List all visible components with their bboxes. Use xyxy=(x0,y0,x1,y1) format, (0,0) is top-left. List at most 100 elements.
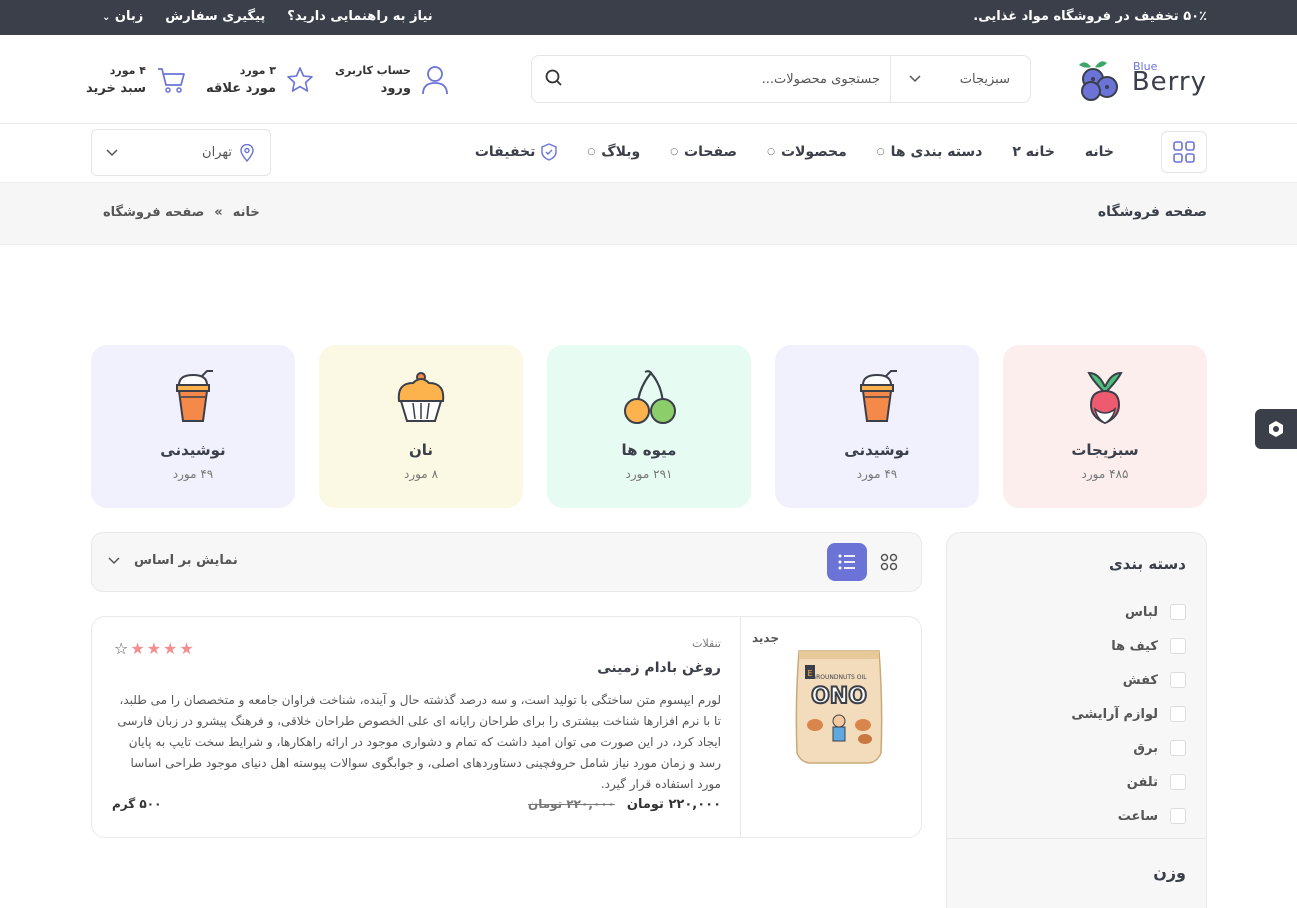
filter-item[interactable]: ساعت xyxy=(1071,799,1186,833)
radish-icon xyxy=(1087,371,1123,425)
top-bar: ۵۰٪ تخفیف در فروشگاه مواد غذایی. نیاز به… xyxy=(0,0,1297,35)
grid-view-icon xyxy=(880,553,898,571)
account-line1: حساب کاربری xyxy=(334,64,411,77)
chevron-down-icon xyxy=(108,556,120,564)
promo-text: ۵۰٪ تخفیف در فروشگاه مواد غذایی. xyxy=(973,9,1207,24)
list-view-button[interactable] xyxy=(827,543,867,581)
language-label: زبان xyxy=(114,9,144,24)
cart-count: ۴ مورد xyxy=(109,64,146,77)
rating-stars: ☆ ★ ★ ★ ★ xyxy=(114,639,194,658)
category-card-drinks[interactable]: نوشیدنی ۴۹ مورد xyxy=(775,345,979,508)
checkbox[interactable] xyxy=(1170,638,1186,654)
nav-item-label: صفحات xyxy=(684,144,738,160)
category-card-vegetables[interactable]: سبزیجات ۴۸۵ مورد xyxy=(1003,345,1207,508)
sort-label: نمایش بر اساس xyxy=(134,553,238,568)
circle-icon: ○ xyxy=(767,147,775,157)
chevron-down-icon xyxy=(106,148,118,156)
wishlist-text: ۳ مورد مورد علاقه xyxy=(206,62,276,98)
category-name: نان xyxy=(408,441,434,459)
product-name[interactable]: روغن بادام زمینی xyxy=(111,660,721,676)
breadcrumb: خانه » صفحه فروشگاه xyxy=(103,205,260,220)
filter-heading-weight: وزن xyxy=(1153,863,1186,882)
nav-item-pages[interactable]: صفحات ○ xyxy=(670,143,737,161)
grid-view-button[interactable] xyxy=(869,543,909,581)
old-price: ۲۲۰,۰۰۰ تومان xyxy=(527,797,615,811)
star-filled-icon: ★ xyxy=(179,639,194,658)
categories-grid-button[interactable] xyxy=(1161,131,1207,173)
user-icon xyxy=(422,66,448,95)
nav-item-home2[interactable]: خانه ۲ xyxy=(1012,143,1055,161)
breadcrumb-home[interactable]: خانه xyxy=(233,205,260,220)
nav-item-label: خانه xyxy=(1084,144,1114,160)
checkbox[interactable] xyxy=(1170,740,1186,756)
filter-item[interactable]: کفش xyxy=(1071,663,1186,697)
products-toolbar: نمایش بر اساس xyxy=(91,532,922,592)
search-icon[interactable] xyxy=(544,68,564,88)
star-filled-icon: ★ xyxy=(146,639,162,658)
logo[interactable]: Blue Berry xyxy=(1077,57,1207,105)
drink-icon xyxy=(860,370,897,422)
account-link[interactable]: حساب کاربری ورود xyxy=(335,62,449,98)
category-filter-list: لباس کیف ها کفش لوازم آرایشی برق تلفن سا… xyxy=(1071,595,1186,833)
filter-item[interactable]: لوازم آرایشی xyxy=(1071,697,1186,731)
category-name: سبزیجات xyxy=(1071,441,1139,459)
header: Blue Berry سبزیجات حساب کاربری ورود ۳ مو… xyxy=(0,35,1297,124)
filter-item[interactable]: لباس xyxy=(1071,595,1186,629)
nav-item-label: تخفیفات xyxy=(474,144,536,160)
filter-label: ساعت xyxy=(1117,808,1158,824)
checkbox[interactable] xyxy=(1170,808,1186,824)
filter-label: کفش xyxy=(1122,672,1158,688)
category-count: ۲۹۱ مورد xyxy=(625,467,673,481)
logo-main-text: Berry xyxy=(1131,67,1207,97)
language-select[interactable]: زبان ⌄ xyxy=(102,9,143,24)
category-card-drinks-2[interactable]: نوشیدنی ۴۹ مورد xyxy=(91,345,295,508)
wishlist-link[interactable]: ۳ مورد مورد علاقه xyxy=(206,62,314,98)
account-line2: ورود xyxy=(380,81,411,96)
cart-link[interactable]: ۴ مورد سبد خرید xyxy=(86,62,186,98)
nav-item-home[interactable]: خانه xyxy=(1085,143,1114,161)
sort-select[interactable]: نمایش بر اساس xyxy=(108,553,238,568)
hexagon-gear-icon xyxy=(1269,421,1283,437)
filter-label: تلفن xyxy=(1126,774,1158,790)
category-name: نوشیدنی xyxy=(844,441,910,459)
checkbox[interactable] xyxy=(1170,774,1186,790)
search-bar: سبزیجات xyxy=(531,55,1031,103)
list-view-icon xyxy=(838,554,855,570)
nav-item-label: محصولات xyxy=(780,144,847,160)
search-input[interactable] xyxy=(580,64,880,94)
checkbox[interactable] xyxy=(1170,604,1186,620)
search-category-select[interactable]: سبزیجات xyxy=(890,56,1030,102)
nav-item-offers[interactable]: تخفیفات xyxy=(475,143,558,161)
settings-float-button[interactable] xyxy=(1255,409,1297,449)
checkbox[interactable] xyxy=(1170,706,1186,722)
track-order-link[interactable]: پیگیری سفارش xyxy=(165,9,265,24)
new-badge: جدید xyxy=(751,631,779,645)
help-link[interactable]: نیاز به راهنمایی دارید؟ xyxy=(287,9,432,24)
grid-icon xyxy=(1173,141,1195,163)
cherry-icon xyxy=(624,370,676,424)
product-image-box[interactable]: جدید E GROUNDNUTS OIL ONO xyxy=(740,617,921,837)
location-select[interactable]: تهران xyxy=(91,129,271,176)
nav-item-categories[interactable]: دسته بندی ها ○ xyxy=(877,143,983,161)
filter-item[interactable]: برق xyxy=(1071,731,1186,765)
product-card[interactable]: جدید E GROUNDNUTS OIL ONO تنقلات روغن با… xyxy=(91,616,922,838)
product-image: E GROUNDNUTS OIL ONO xyxy=(795,650,883,764)
product-weight: ۵۰۰ گرم xyxy=(112,797,162,811)
main-nav: خانه خانه ۲ دسته بندی ها ○ محصولات ○ صفحات… xyxy=(0,124,1297,182)
filter-item[interactable]: کیف ها xyxy=(1071,629,1186,663)
nav-item-products[interactable]: محصولات ○ xyxy=(767,143,847,161)
account-text: حساب کاربری ورود xyxy=(335,62,411,98)
nav-item-blog[interactable]: وبلاگ ○ xyxy=(587,143,640,161)
category-count: ۴۹ مورد xyxy=(856,467,898,481)
blueberry-logo-icon xyxy=(1079,61,1118,101)
cart-text: ۴ مورد سبد خرید xyxy=(86,62,146,98)
filter-item[interactable]: تلفن xyxy=(1071,765,1186,799)
breadcrumb-separator: » xyxy=(214,205,223,220)
category-count: ۴۸۵ مورد xyxy=(1081,467,1129,481)
star-filled-icon: ★ xyxy=(163,639,178,658)
category-card-fruits[interactable]: میوه ها ۲۹۱ مورد xyxy=(547,345,751,508)
checkbox[interactable] xyxy=(1170,672,1186,688)
nav-item-label: دسته بندی ها xyxy=(890,144,983,160)
category-card-bread[interactable]: نان ۸ مورد xyxy=(319,345,523,508)
category-count: ۸ مورد xyxy=(403,467,439,481)
